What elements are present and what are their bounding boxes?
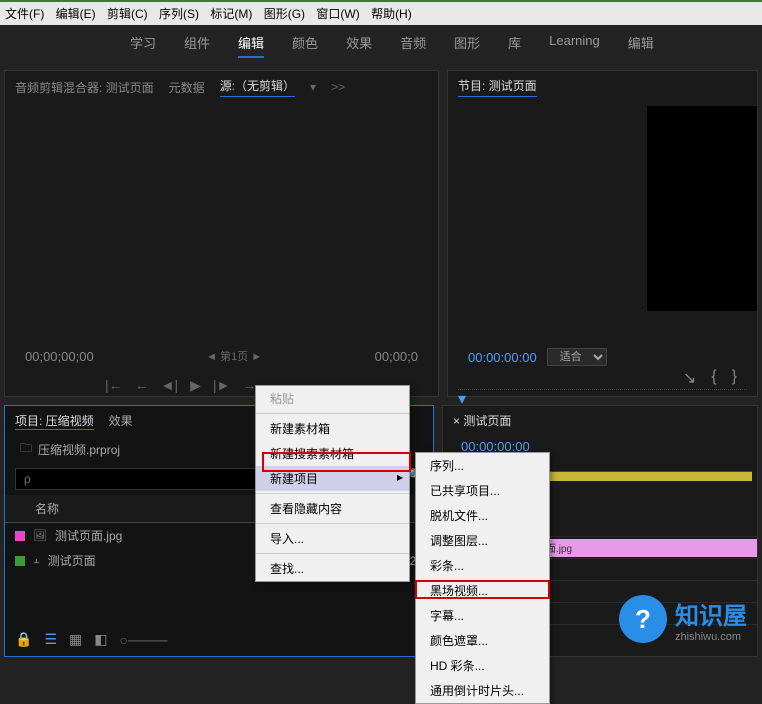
next-frame-icon[interactable]: |►: [213, 377, 231, 394]
tab-metadata[interactable]: 元数据: [169, 79, 205, 96]
ws-graphics[interactable]: 图形: [454, 33, 480, 58]
pager[interactable]: ◄ 第1页 ►: [206, 348, 262, 364]
source-out-timecode: 00;00;0: [375, 349, 418, 364]
folder-icon: 🗀: [20, 439, 32, 460]
sub-black-video[interactable]: 黑场视频...: [416, 578, 549, 603]
sub-offline-file[interactable]: 脱机文件...: [416, 503, 549, 528]
list-view-icon[interactable]: ☰: [44, 631, 57, 648]
sub-sequence[interactable]: 序列...: [416, 453, 549, 478]
source-monitor-panel: 音频剪辑混合器: 测试页面 元数据 源:（无剪辑） ▾ >> 00;00;00;…: [4, 70, 439, 397]
program-monitor-panel: 节目: 测试页面 00:00:00:00 适合 ▾ ↘ { }: [447, 70, 758, 397]
tab-sequence[interactable]: × 测试页面: [453, 414, 511, 428]
freeform-view-icon[interactable]: ◧: [94, 631, 107, 648]
ws-libraries[interactable]: 库: [508, 33, 521, 58]
watermark-sub: zhishiwu.com: [675, 631, 747, 643]
ws-audio[interactable]: 音频: [400, 33, 426, 58]
menubar[interactable]: 文件(F) 编辑(E) 剪辑(C) 序列(S) 标记(M) 图形(G) 窗口(W…: [0, 0, 762, 25]
submenu-arrow-icon: ▸: [397, 470, 403, 484]
menu-file[interactable]: 文件(F): [5, 7, 44, 21]
ws-effects[interactable]: 效果: [346, 33, 372, 58]
ctx-import[interactable]: 导入...: [256, 526, 409, 551]
source-in-timecode[interactable]: 00;00;00;00: [25, 349, 94, 364]
zoom-slider[interactable]: ○────: [119, 632, 167, 648]
menu-marker[interactable]: 标记(M): [210, 7, 252, 21]
context-submenu[interactable]: 序列... 已共享项目... 脱机文件... 调整图层... 彩条... 黑场视…: [415, 452, 550, 704]
ctx-paste: 粘贴: [256, 386, 409, 411]
label-color: [15, 531, 25, 541]
sequence-icon: ⫠: [33, 554, 40, 567]
ws-editing[interactable]: 编辑: [238, 33, 264, 58]
menu-graphics[interactable]: 图形(G): [264, 7, 305, 21]
workspace-toolbar: 学习 组件 编辑 颜色 效果 音频 图形 库 Learning 编辑: [0, 25, 762, 66]
sub-hd-bars[interactable]: HD 彩条...: [416, 653, 549, 678]
mark-out-icon[interactable]: }: [732, 368, 737, 388]
icon-view-icon[interactable]: ▦: [69, 631, 82, 648]
ws-color[interactable]: 颜色: [292, 33, 318, 58]
watermark-icon: ?: [619, 595, 667, 643]
sub-captions[interactable]: 字幕...: [416, 603, 549, 628]
mark-in-icon[interactable]: {: [711, 368, 716, 388]
prev-frame-icon[interactable]: ◄|: [161, 377, 179, 394]
sub-bars[interactable]: 彩条...: [416, 553, 549, 578]
lock-icon[interactable]: 🔒: [15, 631, 32, 648]
export-frame-icon[interactable]: ↘: [683, 368, 696, 388]
overflow-icon[interactable]: >>: [331, 80, 345, 94]
tab-audio-mixer[interactable]: 音频剪辑混合器: 测试页面: [15, 79, 154, 96]
menu-sequence[interactable]: 序列(S): [159, 7, 199, 21]
menu-edit[interactable]: 编辑(E): [56, 7, 96, 21]
sub-shared-project[interactable]: 已共享项目...: [416, 478, 549, 503]
tab-program[interactable]: 节目: 测试页面: [458, 77, 537, 97]
image-icon: 🖼: [33, 529, 47, 542]
goto-in-icon[interactable]: |←: [105, 377, 123, 394]
menu-clip[interactable]: 剪辑(C): [107, 7, 148, 21]
watermark: ? 知识屋 zhishiwu.com: [619, 595, 747, 643]
tab-source[interactable]: 源:（无剪辑）: [220, 77, 295, 97]
program-timecode[interactable]: 00:00:00:00: [468, 350, 537, 365]
project-file-name: 压缩视频.prproj: [38, 441, 120, 458]
ctx-new-item[interactable]: 新建项目▸: [256, 466, 409, 491]
step-back-icon[interactable]: ←: [135, 377, 149, 394]
sub-countdown[interactable]: 通用倒计时片头...: [416, 678, 549, 703]
ctx-find[interactable]: 查找...: [256, 556, 409, 581]
context-menu[interactable]: 粘贴 新建素材箱 新建搜索素材箱 新建项目▸ 查看隐藏内容 导入... 查找..…: [255, 385, 410, 582]
zoom-select[interactable]: 适合: [547, 348, 607, 366]
menu-help[interactable]: 帮助(H): [371, 7, 412, 21]
ws-assembly[interactable]: 组件: [184, 33, 210, 58]
ctx-new-bin[interactable]: 新建素材箱: [256, 416, 409, 441]
ctx-new-search-bin[interactable]: 新建搜索素材箱: [256, 441, 409, 466]
menu-window[interactable]: 窗口(W): [316, 7, 359, 21]
watermark-text: 知识屋: [675, 596, 747, 631]
ws-learning[interactable]: Learning: [549, 33, 600, 58]
sub-adjustment-layer[interactable]: 调整图层...: [416, 528, 549, 553]
ws-learn[interactable]: 学习: [130, 33, 156, 58]
play-icon[interactable]: ▶: [190, 377, 201, 394]
label-color: [15, 556, 25, 566]
tab-project[interactable]: 项目: 压缩视频: [15, 412, 94, 430]
ctx-view-hidden[interactable]: 查看隐藏内容: [256, 496, 409, 521]
program-preview: [647, 106, 757, 311]
tab-effects[interactable]: 效果: [109, 412, 133, 430]
chevron-down-icon[interactable]: ▾: [310, 80, 316, 94]
sub-color-matte[interactable]: 颜色遮罩...: [416, 628, 549, 653]
ws-edit2[interactable]: 编辑: [628, 33, 654, 58]
